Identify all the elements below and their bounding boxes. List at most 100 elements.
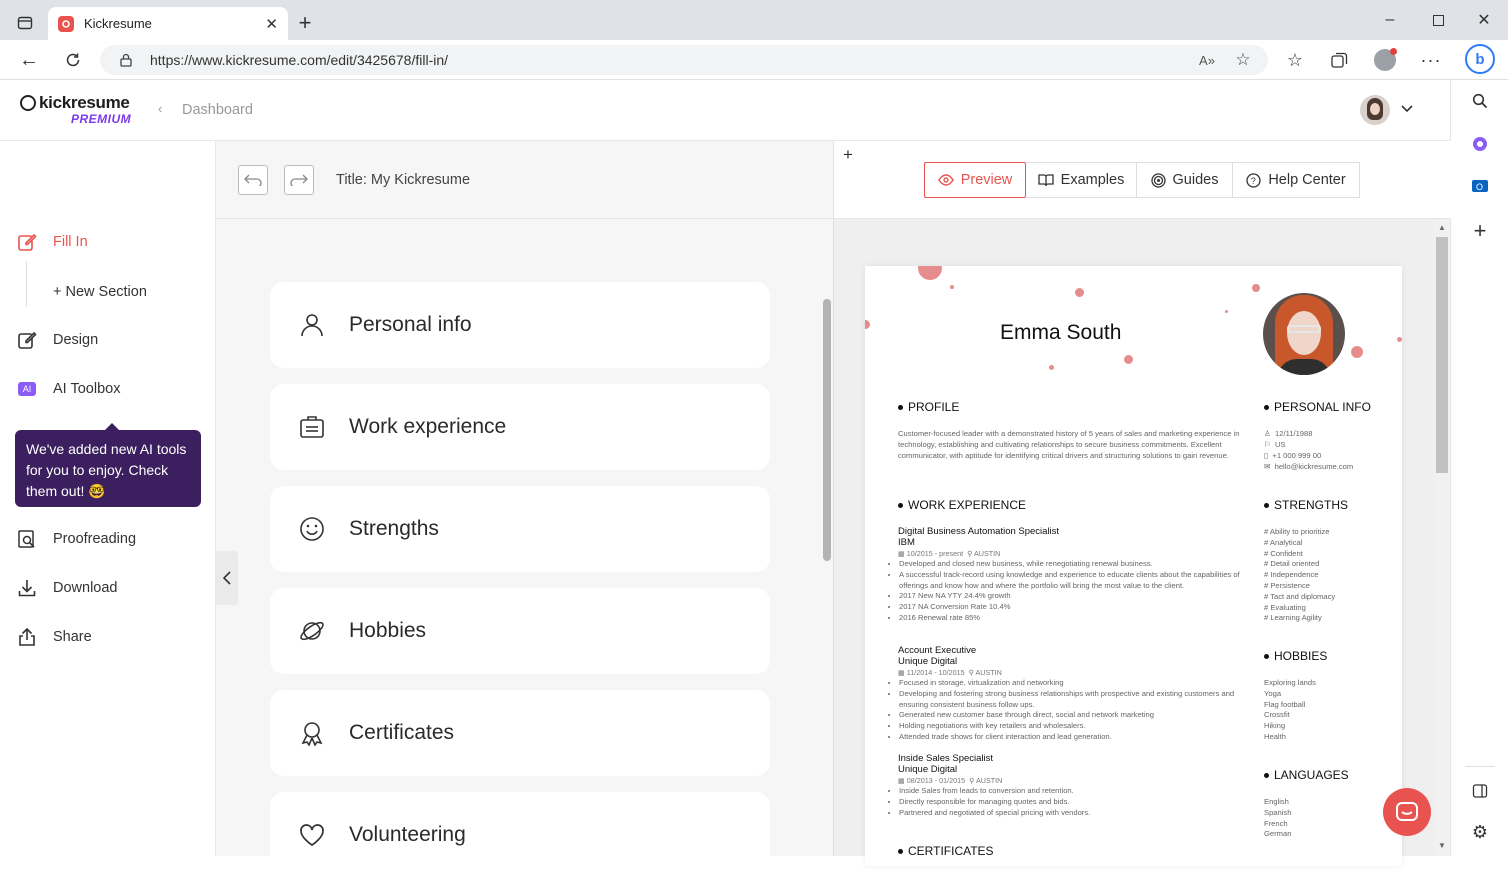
heart-icon	[298, 821, 326, 849]
url-text: https://www.kickresume.com/edit/3425678/…	[150, 52, 449, 68]
languages-heading: LANGUAGES	[1264, 768, 1349, 782]
read-aloud-icon[interactable]: A»	[1198, 51, 1216, 69]
scroll-down-arrow-icon[interactable]: ▼	[1438, 841, 1446, 850]
target-icon	[1150, 172, 1166, 188]
editor-scrollbar[interactable]	[823, 299, 831, 561]
nav-design[interactable]: Design	[16, 329, 98, 351]
decor-dot	[950, 285, 954, 289]
resume-name: Emma South	[1000, 321, 1122, 344]
logo-premium: PREMIUM	[71, 112, 132, 126]
collections-icon[interactable]	[1328, 49, 1350, 71]
personal-info-heading: PERSONAL INFO	[1264, 400, 1371, 414]
chat-launcher-button[interactable]	[1383, 788, 1431, 836]
undo-button[interactable]	[238, 165, 268, 195]
nav-download[interactable]: Download	[16, 577, 118, 599]
nav-share[interactable]: Share	[16, 626, 92, 648]
browser-tab[interactable]: Kickresume ✕	[48, 7, 288, 40]
add-favorite-icon[interactable]: ☆	[1234, 50, 1252, 69]
left-navigation: Fill In + New Section Design AI AI Toolb…	[0, 141, 216, 856]
add-sidebar-app-icon[interactable]: +	[1469, 218, 1491, 243]
more-menu-icon[interactable]: ···	[1420, 49, 1442, 71]
section-hobbies[interactable]: Hobbies	[270, 588, 770, 674]
download-icon	[16, 577, 38, 599]
ai-badge-text: AI	[17, 382, 37, 396]
tab-examples[interactable]: Examples	[1026, 162, 1137, 198]
redo-icon	[290, 174, 308, 186]
decor-dot	[1049, 365, 1054, 370]
ai-tooltip[interactable]: We've added new AI tools for you to enjo…	[15, 423, 201, 507]
close-window-icon[interactable]: ✕	[1474, 10, 1494, 30]
section-volunteering[interactable]: Volunteering	[270, 792, 770, 878]
resume-page[interactable]: Emma South PROFILE Customer-focused lead…	[865, 266, 1402, 866]
new-tab-icon[interactable]: +	[294, 10, 316, 35]
back-icon[interactable]: ←	[18, 49, 40, 71]
breadcrumb-dashboard[interactable]: Dashboard	[182, 102, 253, 118]
settings-gear-icon[interactable]: ⚙	[1469, 821, 1491, 843]
tab-preview-label: Preview	[960, 172, 1013, 188]
job-company: Unique Digital	[898, 764, 958, 775]
collapse-panel-button[interactable]	[216, 551, 238, 605]
section-certificates[interactable]: Certificates	[270, 690, 770, 776]
section-work-experience[interactable]: Work experience	[270, 384, 770, 470]
tab-preview[interactable]: Preview	[924, 162, 1026, 198]
hide-sidebar-icon[interactable]	[1469, 780, 1491, 802]
document-title[interactable]: Title: My Kickresume	[336, 172, 470, 188]
kickresume-favicon-icon	[58, 15, 74, 32]
resume-photo	[1263, 293, 1345, 375]
work-heading: WORK EXPERIENCE	[898, 498, 1026, 512]
section-label: Strengths	[349, 517, 439, 540]
profile-avatar-icon[interactable]	[1374, 48, 1397, 71]
refresh-icon[interactable]	[62, 49, 84, 71]
nav-new-section[interactable]: + New Section	[53, 284, 147, 300]
browser-sidebar: b O + ⚙	[1450, 44, 1508, 856]
redo-button[interactable]	[284, 165, 314, 195]
nav-proofreading[interactable]: Proofreading	[16, 528, 136, 550]
section-label: Work experience	[349, 415, 507, 438]
tab-actions-icon[interactable]	[14, 12, 36, 34]
outlook-icon[interactable]: O	[1469, 175, 1491, 197]
decor-dot	[1397, 337, 1402, 342]
lock-icon[interactable]	[118, 52, 134, 68]
job-meta: ▦ 08/2013 - 01/2015 ⚲ AUSTIN	[898, 776, 1003, 785]
tab-title: Kickresume	[84, 16, 152, 31]
maximize-icon[interactable]	[1428, 10, 1448, 30]
sidebar-divider	[1465, 766, 1495, 767]
section-strengths[interactable]: Strengths	[270, 486, 770, 572]
tab-help-center[interactable]: ? Help Center	[1232, 162, 1360, 198]
decor-dot	[1351, 346, 1363, 358]
nav-tree-line	[26, 261, 27, 307]
personal-email: ✉ hello@kickresume.com	[1264, 462, 1354, 471]
nav-ai-toolbox[interactable]: AI AI Toolbox	[16, 378, 120, 400]
chevron-down-icon[interactable]	[1398, 100, 1416, 118]
tab-guides[interactable]: Guides	[1136, 162, 1233, 198]
section-personal-info[interactable]: Personal info	[270, 282, 770, 368]
book-icon	[1038, 173, 1054, 186]
user-avatar[interactable]	[1360, 95, 1390, 125]
minimize-icon[interactable]: –	[1380, 10, 1400, 30]
close-tab-icon[interactable]: ✕	[265, 15, 278, 33]
personal-phone: ▯ +1 000 999 00	[1264, 451, 1322, 460]
briefcase-icon	[298, 413, 326, 441]
job-bullets: Developed and closed new business, while…	[891, 559, 1251, 624]
add-icon[interactable]: +	[843, 145, 853, 165]
tab-help-center-label: Help Center	[1268, 172, 1346, 188]
browser-tabbar: Kickresume ✕ + – ✕	[0, 0, 1508, 40]
profile-heading: PROFILE	[898, 400, 959, 414]
scroll-up-arrow-icon[interactable]: ▲	[1438, 223, 1446, 232]
languages-list: English Spanish French German	[1264, 797, 1292, 839]
bing-copilot-icon[interactable]: b	[1465, 44, 1495, 74]
person-icon	[298, 311, 326, 339]
svg-text:O: O	[1476, 182, 1483, 192]
search-icon[interactable]	[1469, 90, 1491, 112]
nav-fill-in[interactable]: Fill In	[16, 231, 88, 253]
section-label: Certificates	[349, 721, 455, 744]
nav-ai-toolbox-label: AI Toolbox	[53, 381, 121, 397]
job-title: Account Executive	[898, 645, 977, 656]
job-company: Unique Digital	[898, 656, 958, 667]
url-field[interactable]: https://www.kickresume.com/edit/3425678/…	[100, 45, 1268, 75]
pencil-icon	[16, 231, 38, 253]
favorites-icon[interactable]: ☆	[1284, 49, 1306, 71]
office-icon[interactable]	[1469, 133, 1491, 155]
logo[interactable]: kickresume PREMIUM	[20, 93, 140, 129]
preview-scrollbar-thumb[interactable]	[1436, 237, 1448, 473]
